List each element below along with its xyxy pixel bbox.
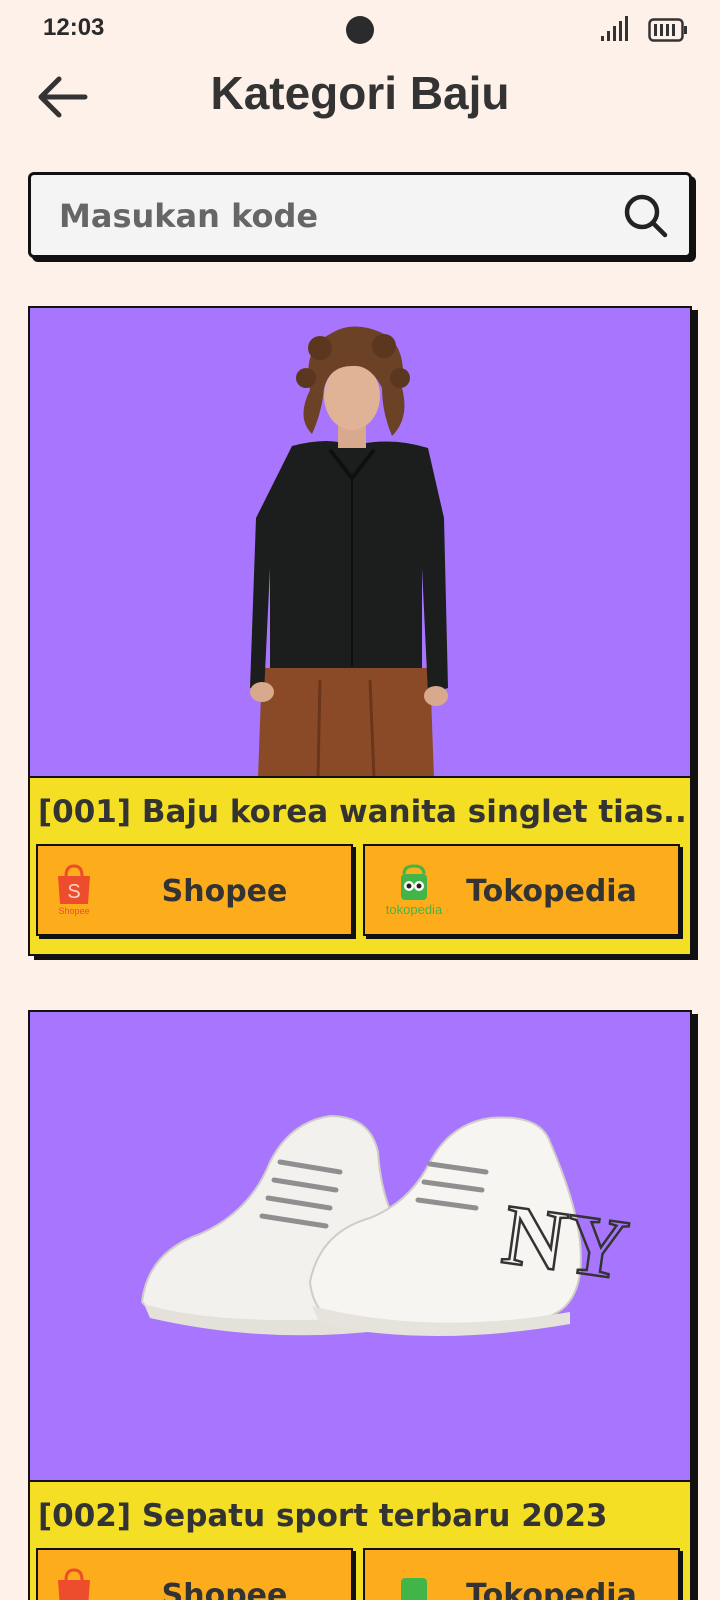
product-image xyxy=(30,308,690,778)
app-header: Kategori Baju xyxy=(0,60,720,150)
tokopedia-label: Tokopedia xyxy=(466,1578,637,1600)
person-illustration xyxy=(250,326,448,776)
status-bar: 12:03 xyxy=(0,0,720,60)
store-buttons: S Shopee Shopee tokopedia Tokopedia xyxy=(36,844,684,954)
status-time: 12:03 xyxy=(43,14,105,41)
search-box xyxy=(28,172,692,258)
camera-cutout xyxy=(346,16,374,44)
shopee-button[interactable]: Shopee xyxy=(36,1548,353,1600)
product-card[interactable]: [001] Baju korea wanita singlet tias... … xyxy=(28,306,692,956)
shopee-label: Shopee xyxy=(161,1578,288,1600)
sneakers-illustration: NY xyxy=(140,1114,635,1336)
product-title: [002] Sepatu sport terbaru 2023 xyxy=(38,1498,608,1534)
search-input[interactable] xyxy=(59,193,619,239)
product-title: [001] Baju korea wanita singlet tias... xyxy=(38,794,684,830)
product-image: NY xyxy=(30,1012,690,1482)
page-title: Kategori Baju xyxy=(210,67,510,119)
store-buttons: Shopee Tokopedia xyxy=(36,1548,684,1600)
tokopedia-button[interactable]: tokopedia Tokopedia xyxy=(363,844,680,936)
product-info: [001] Baju korea wanita singlet tias... … xyxy=(30,778,690,954)
tokopedia-label: Tokopedia xyxy=(466,874,637,909)
shopee-button[interactable]: S Shopee Shopee xyxy=(36,844,353,936)
battery-icon xyxy=(648,18,687,42)
product-card[interactable]: NY [002] Sepatu sport terbaru 2023 Shope… xyxy=(28,1010,692,1600)
svg-text:NY: NY xyxy=(497,1186,633,1298)
shopee-label: Shopee xyxy=(161,874,288,909)
tokopedia-button[interactable]: Tokopedia xyxy=(363,1548,680,1600)
search-icon[interactable] xyxy=(623,193,669,239)
signal-icon xyxy=(601,16,628,41)
product-info: [002] Sepatu sport terbaru 2023 Shopee T… xyxy=(30,1482,690,1600)
